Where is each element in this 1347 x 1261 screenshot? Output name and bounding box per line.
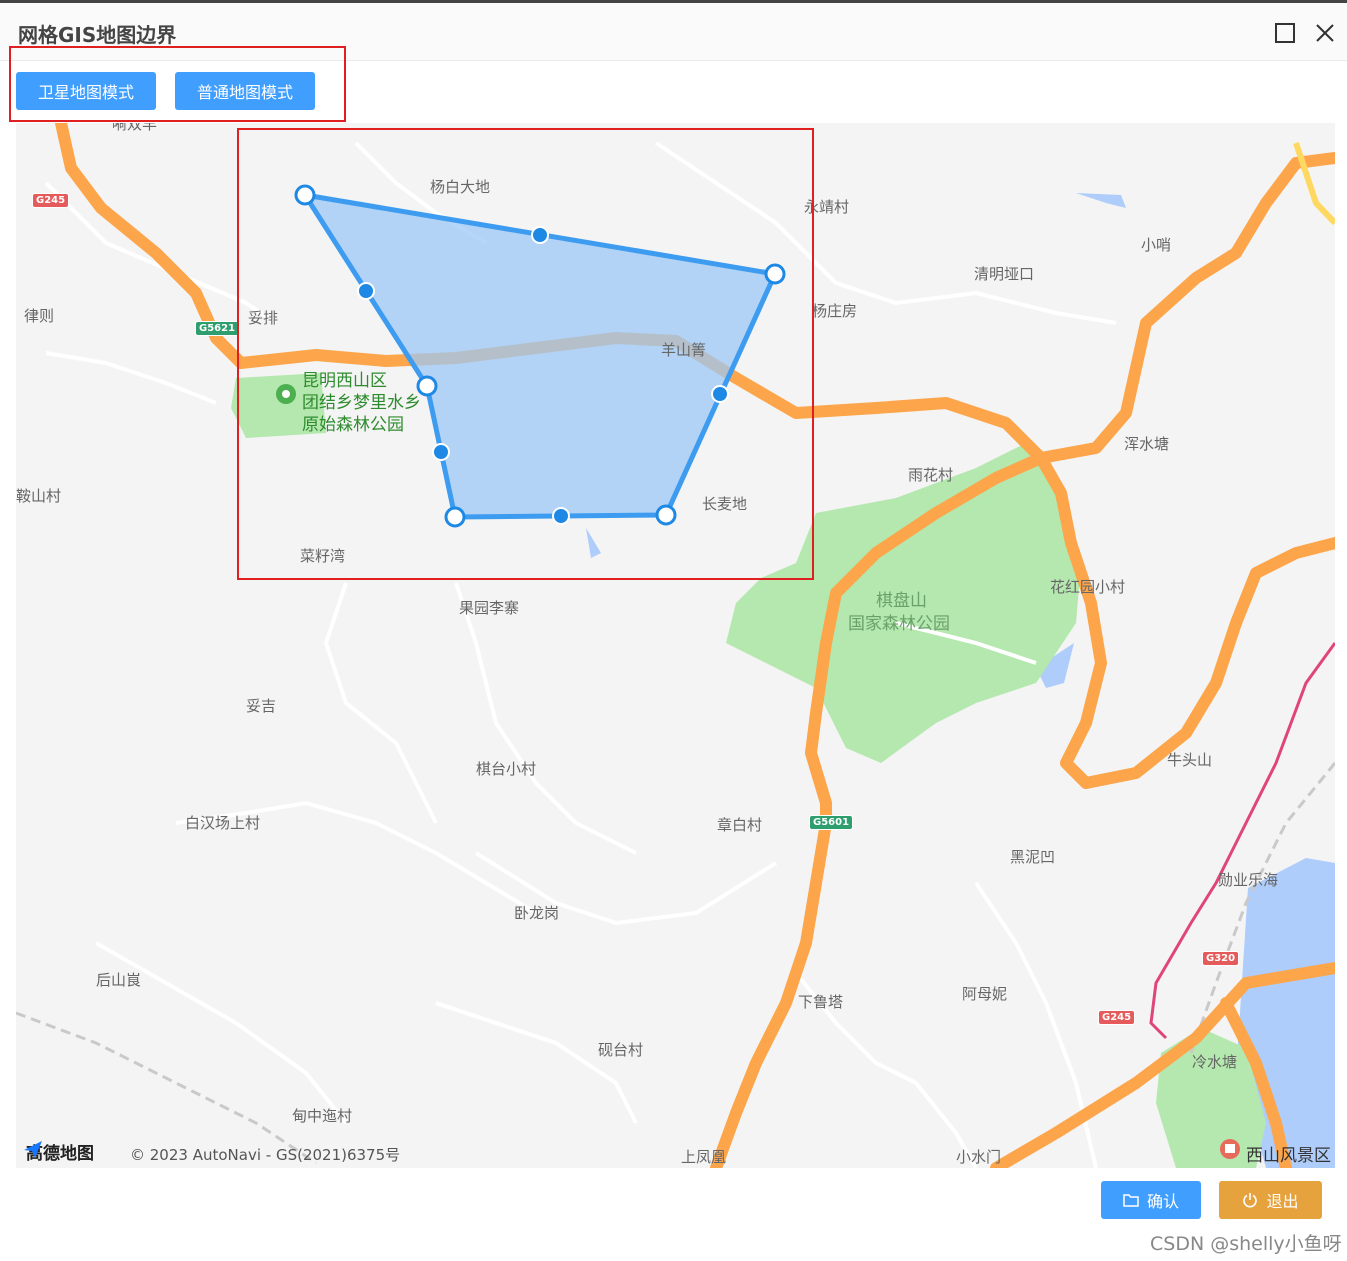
confirm-label: 确认 [1146, 1192, 1179, 1211]
annotation-box-mode-buttons [9, 46, 346, 122]
power-icon [1243, 1193, 1258, 1208]
place-label: 冷水塘 [1192, 1053, 1238, 1071]
pond-water-north [1076, 193, 1126, 208]
place-label: 下鲁塔 [798, 993, 844, 1011]
scenic-label: 西山风景区 [1246, 1146, 1331, 1166]
place-label: 后山峎 [96, 971, 142, 989]
place-label: 上凤凰 [681, 1148, 727, 1166]
watermark: CSDN @shelly小鱼呀 [1150, 1233, 1342, 1255]
amap-logo-icon [24, 1141, 42, 1158]
place-label: 勋业乐海 [1218, 871, 1279, 889]
park-label: 国家森林公园 [848, 614, 950, 634]
place-label: 牛头山 [1167, 751, 1213, 769]
place-label: 浑水塘 [1124, 435, 1170, 453]
confirm-button[interactable]: 确认 [1101, 1181, 1201, 1219]
road-shield: G245 [32, 193, 70, 208]
place-label: 嗬双羊 [112, 123, 158, 133]
place-label: 雨花村 [908, 466, 954, 484]
scenic-pin-icon [1220, 1139, 1240, 1159]
place-label: 黑泥凹 [1010, 848, 1056, 866]
map-copyright: © 2023 AutoNavi - GS(2021)6375号 [130, 1146, 401, 1164]
place-label: 甸中迤村 [292, 1107, 353, 1125]
map-logo[interactable]: 高德地图 [22, 1139, 94, 1164]
road-shield: G245 [1098, 1010, 1136, 1025]
place-label: 小水门 [956, 1148, 1002, 1166]
place-label: 妥吉 [246, 697, 277, 715]
close-button[interactable] [1311, 19, 1339, 47]
place-label: 律则 [24, 307, 55, 325]
place-label: 阿母妮 [962, 985, 1008, 1003]
place-label: 棋台小村 [476, 760, 537, 778]
place-label: 白汉场上村 [185, 814, 261, 832]
window-title: 网格GIS地图边界 [18, 23, 177, 47]
road-shield: G5621 [195, 321, 240, 336]
road-shield: G320 [1202, 951, 1240, 966]
annotation-box-polygon [237, 128, 814, 580]
place-label: 清明垭口 [974, 265, 1035, 283]
maximize-icon [1275, 23, 1295, 43]
road-shield: G5601 [809, 815, 854, 830]
folder-icon [1123, 1194, 1139, 1207]
park-label: 棋盘山 [876, 591, 927, 611]
exit-button[interactable]: 退出 [1219, 1181, 1322, 1219]
place-label: 果园李寨 [459, 599, 520, 617]
close-icon [1316, 24, 1334, 42]
place-label: 砚台村 [598, 1041, 644, 1059]
place-label: 章白村 [717, 816, 763, 834]
place-label: 卧龙岗 [514, 904, 560, 922]
place-label: 杨庄房 [812, 302, 858, 320]
place-label: 小哨 [1141, 236, 1172, 254]
place-label: 花红园小村 [1050, 578, 1126, 596]
place-label: 鞍山村 [16, 487, 62, 505]
maximize-button[interactable] [1271, 19, 1299, 47]
exit-label: 退出 [1266, 1192, 1299, 1211]
